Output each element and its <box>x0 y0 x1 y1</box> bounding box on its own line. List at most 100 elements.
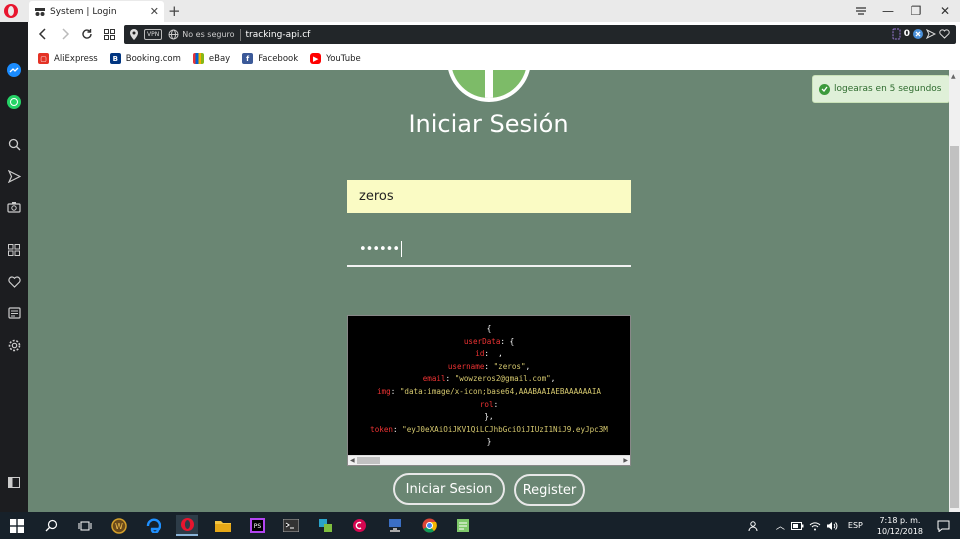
code-token: : <box>392 424 403 434</box>
bookmarks-bar: ▢ AliExpress B Booking.com eBay f Facebo… <box>28 47 960 70</box>
youtube-icon: ▶ <box>310 53 322 64</box>
restore-button[interactable]: ❐ <box>908 3 924 19</box>
file-explorer-icon[interactable] <box>212 515 234 536</box>
booking-icon: B <box>109 53 121 64</box>
scroll-right-icon[interactable]: ▶ <box>623 457 628 464</box>
heart-icon[interactable] <box>6 274 22 290</box>
code-token: "data:image/x-icon;base64,AAABAAIAEBAAAA… <box>399 386 602 396</box>
terminal-icon[interactable] <box>280 515 302 536</box>
bookmark-youtube[interactable]: ▶ YouTube <box>310 53 361 64</box>
code-line: rol: <box>348 399 630 412</box>
code-token: username <box>447 361 485 371</box>
news-icon[interactable] <box>6 305 22 321</box>
battery-icon[interactable] <box>790 521 804 531</box>
phpstorm-icon[interactable]: PS <box>246 515 268 536</box>
cortana-search-icon[interactable] <box>40 515 62 536</box>
wifi-icon[interactable] <box>809 521 821 531</box>
search-icon[interactable] <box>6 136 22 152</box>
app-icon[interactable] <box>314 515 336 536</box>
adblock-count[interactable]: 0 <box>904 29 910 39</box>
snapshot-send-icon[interactable] <box>926 29 936 39</box>
forward-button[interactable] <box>58 27 72 41</box>
bookmark-facebook[interactable]: f Facebook <box>242 53 298 64</box>
code-token: : <box>493 399 499 409</box>
code-line: } <box>348 436 630 449</box>
page-title: Iniciar Sesión <box>408 110 569 138</box>
code-token: } <box>486 437 492 447</box>
bookmark-label: eBay <box>208 53 231 64</box>
code-token: img <box>376 386 391 396</box>
page-scroll-thumb[interactable] <box>950 146 959 508</box>
scroll-left-icon[interactable]: ◀ <box>350 457 355 464</box>
url-separator <box>239 28 241 41</box>
adblock-x-icon[interactable] <box>913 29 923 39</box>
horizontal-scrollbar[interactable]: ◀ ▶ <box>348 455 630 465</box>
volume-icon[interactable] <box>826 521 838 531</box>
json-content: {userData: {id: , username: "zeros", email… <box>348 323 630 449</box>
debian-icon[interactable] <box>348 515 370 536</box>
register-button[interactable]: Register <box>514 474 585 506</box>
login-page: Iniciar Sesión •••••• {userData: {id: ,u… <box>28 70 949 512</box>
code-token: { <box>486 324 492 333</box>
url-text[interactable]: tracking-api.cf <box>246 30 311 40</box>
tab-close-icon[interactable]: ✕ <box>150 5 159 18</box>
clock[interactable]: 7:18 p. m. 10/12/2018 <box>877 515 923 537</box>
reload-button[interactable] <box>80 27 94 41</box>
back-button[interactable] <box>36 27 50 41</box>
whatsapp-icon[interactable] <box>6 94 22 110</box>
camera-icon[interactable] <box>6 199 22 215</box>
url-field[interactable]: VPN No es seguro tracking-api.cf 0 <box>124 25 956 44</box>
chrome-icon[interactable] <box>418 515 440 536</box>
opera-icon[interactable] <box>176 515 198 536</box>
opera-sidebar <box>0 22 28 512</box>
task-view-icon[interactable] <box>74 515 96 536</box>
bookmark-heart-icon[interactable] <box>939 29 950 39</box>
close-window-button[interactable]: ✕ <box>937 3 953 19</box>
minimize-button[interactable]: — <box>880 3 896 19</box>
bookmark-ebay[interactable]: eBay <box>192 53 231 64</box>
new-tab-button[interactable]: + <box>168 2 181 20</box>
edge-icon[interactable] <box>142 515 164 536</box>
ebay-icon <box>192 53 204 64</box>
page-scrollbar[interactable]: ▲ <box>949 70 960 512</box>
speed-dial-icon[interactable] <box>102 27 116 41</box>
start-icon[interactable] <box>6 515 28 536</box>
settings-icon[interactable] <box>6 337 22 353</box>
vpn-badge[interactable]: VPN <box>144 29 163 40</box>
tab-menu-icon[interactable] <box>853 3 869 19</box>
windows-taskbar: W PS ︿ ESP 7:18 p. m. 10/12/2018 <box>0 512 960 539</box>
show-hidden-icons-icon[interactable]: ︿ <box>776 519 785 532</box>
bookmark-label: Facebook <box>258 53 299 64</box>
username-input[interactable] <box>347 180 631 213</box>
send-icon[interactable] <box>6 168 22 184</box>
people-icon[interactable] <box>748 520 760 532</box>
code-token: }, <box>484 412 494 422</box>
globe-icon[interactable] <box>168 29 179 40</box>
sidebar-toggle-icon[interactable] <box>6 474 22 490</box>
bookmark-aliexpress[interactable]: ▢ AliExpress <box>38 53 98 64</box>
login-button[interactable]: Iniciar Sesion <box>393 473 505 505</box>
language-indicator[interactable]: ESP <box>848 521 863 530</box>
messenger-icon[interactable] <box>6 62 22 78</box>
code-token: userData <box>463 336 501 346</box>
code-line: }, <box>348 411 630 424</box>
network-app-icon[interactable] <box>384 515 406 536</box>
response-json-box[interactable]: {userData: {id: , username: "zeros", email… <box>347 315 631 466</box>
tab-active[interactable]: System | Login ✕ <box>29 1 164 22</box>
code-token: email <box>422 374 446 384</box>
code-token: , <box>550 374 556 384</box>
grid-icon[interactable] <box>6 242 22 258</box>
security-label[interactable]: No es seguro <box>182 30 234 39</box>
text-caret <box>401 241 403 257</box>
world-of-warcraft-icon[interactable]: W <box>108 515 130 536</box>
password-input[interactable]: •••••• <box>347 233 631 267</box>
opera-logo-icon[interactable] <box>3 3 19 19</box>
notepad-icon[interactable] <box>452 515 474 536</box>
code-token: : <box>445 374 455 384</box>
notifications-icon[interactable] <box>937 520 950 532</box>
scroll-thumb[interactable] <box>357 457 380 464</box>
scroll-up-icon[interactable]: ▲ <box>951 73 956 80</box>
bookmark-booking[interactable]: B Booking.com <box>109 53 181 64</box>
adblock-shield-icon[interactable] <box>892 28 901 40</box>
code-token: : , <box>484 349 503 359</box>
